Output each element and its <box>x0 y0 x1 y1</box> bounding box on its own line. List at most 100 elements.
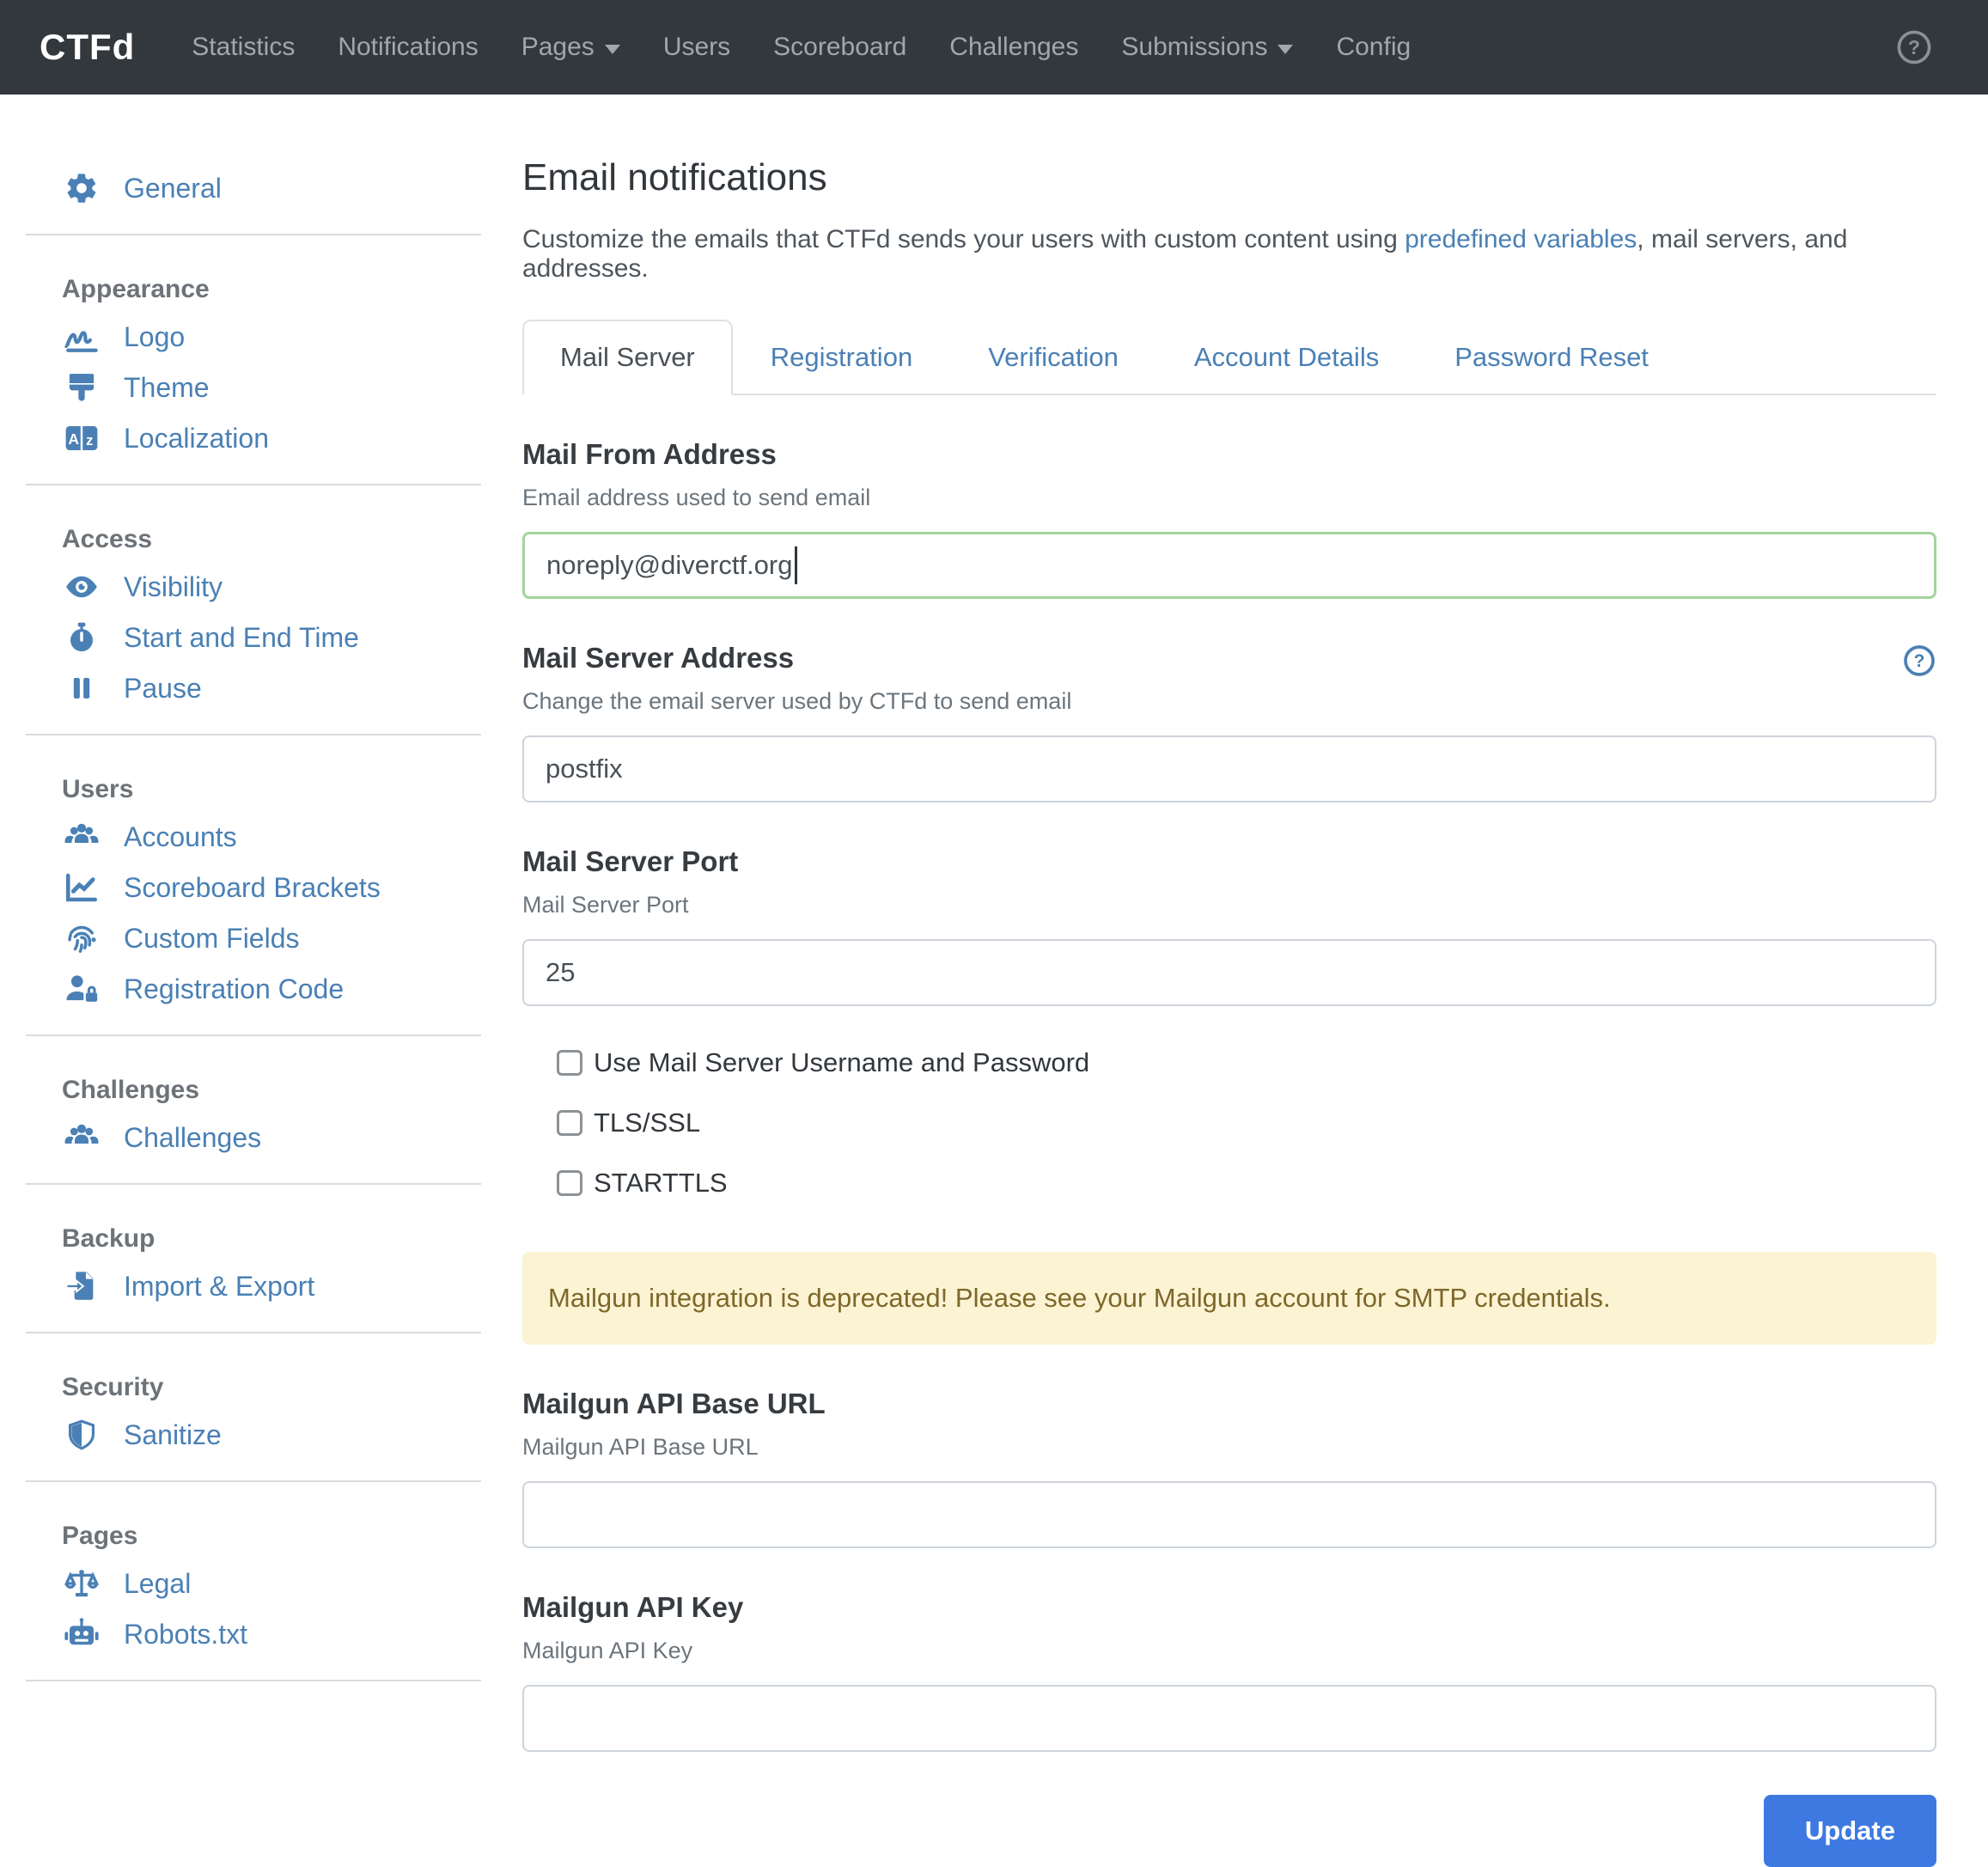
checkbox-icon[interactable] <box>557 1170 582 1196</box>
sidebar-header-users: Users <box>26 775 481 804</box>
stopwatch-icon <box>64 619 100 656</box>
field-help-text: Mailgun API Base URL <box>522 1434 1936 1461</box>
text-cursor <box>795 546 797 584</box>
user-lock-icon <box>64 971 100 1007</box>
checkbox-icon[interactable] <box>557 1050 582 1076</box>
ctfd-brand[interactable]: CTFd <box>40 27 135 68</box>
sidebar-item-general[interactable]: General <box>26 170 481 206</box>
nav-item-scoreboard[interactable]: Scoreboard <box>773 33 906 62</box>
page-title: Email notifications <box>522 156 1936 199</box>
sidebar-item-custom-fields[interactable]: Custom Fields <box>26 920 481 956</box>
checkbox-row-username-password[interactable]: Use Mail Server Username and Password <box>557 1047 1936 1078</box>
fingerprint-icon <box>64 920 100 956</box>
page-subtitle: Customize the emails that CTFd sends you… <box>522 225 1936 284</box>
field-help-text: Mailgun API Key <box>522 1638 1936 1664</box>
sidebar-item-import-export[interactable]: Import & Export <box>26 1268 481 1304</box>
eye-icon <box>64 569 100 605</box>
mailgun-deprecated-alert: Mailgun integration is deprecated! Pleas… <box>522 1252 1936 1345</box>
field-mail-from-address: Mail From Address Email address used to … <box>522 438 1936 599</box>
help-question-circle-icon[interactable]: ? <box>1902 644 1936 678</box>
tab-account-details[interactable]: Account Details <box>1156 320 1417 395</box>
nav-item-users[interactable]: Users <box>663 33 730 62</box>
field-label: Mailgun API Key <box>522 1591 1936 1624</box>
robot-icon <box>64 1616 100 1652</box>
sidebar-item-theme[interactable]: Theme <box>26 369 481 406</box>
sidebar-divider <box>26 1332 481 1333</box>
main-content: Email notifications Customize the emails… <box>494 95 1988 1867</box>
sidebar-divider <box>26 734 481 735</box>
field-mail-server-address: Mail Server Address ? Change the email s… <box>522 642 1936 802</box>
svg-text:A: A <box>68 430 79 448</box>
sidebar-item-pause[interactable]: Pause <box>26 670 481 706</box>
sidebar-header-access: Access <box>26 525 481 554</box>
sidebar-item-start-end-time[interactable]: Start and End Time <box>26 619 481 656</box>
sidebar-divider <box>26 1034 481 1036</box>
sidebar-item-registration-code[interactable]: Registration Code <box>26 971 481 1007</box>
checkbox-icon[interactable] <box>557 1110 582 1136</box>
field-label: Mailgun API Base URL <box>522 1388 1936 1420</box>
sidebar-item-sanitize[interactable]: Sanitize <box>26 1417 481 1453</box>
mailgun-api-key-input[interactable] <box>522 1685 1936 1752</box>
field-help-text: Email address used to send email <box>522 485 1936 511</box>
field-label: Mail From Address <box>522 438 1936 471</box>
users-icon <box>64 1120 100 1156</box>
sidebar-divider <box>26 1680 481 1681</box>
checkbox-row-starttls[interactable]: STARTTLS <box>557 1168 1936 1199</box>
sidebar-divider <box>26 1480 481 1482</box>
sidebar-item-accounts[interactable]: Accounts <box>26 819 481 855</box>
sidebar-header-appearance: Appearance <box>26 275 481 304</box>
sidebar-item-localization[interactable]: Az Localization <box>26 420 481 456</box>
sidebar-header-backup: Backup <box>26 1224 481 1254</box>
signature-icon <box>64 319 100 355</box>
mail-server-port-input[interactable] <box>522 939 1936 1006</box>
help-question-circle-icon[interactable]: ? <box>1895 28 1933 66</box>
update-button[interactable]: Update <box>1764 1795 1936 1867</box>
pause-icon <box>64 670 100 706</box>
sidebar-divider <box>26 234 481 235</box>
settings-sidebar: General Appearance Logo Theme Az Localiz… <box>0 95 494 1709</box>
sidebar-header-security: Security <box>26 1373 481 1402</box>
sidebar-item-legal[interactable]: Legal <box>26 1565 481 1602</box>
mail-server-address-input[interactable] <box>522 735 1936 802</box>
mailgun-api-base-url-input[interactable] <box>522 1481 1936 1548</box>
svg-text:z: z <box>86 432 93 448</box>
balance-scale-icon <box>64 1565 100 1602</box>
chevron-down-icon <box>1278 45 1293 54</box>
sidebar-item-logo[interactable]: Logo <box>26 319 481 355</box>
sidebar-header-challenges: Challenges <box>26 1076 481 1105</box>
field-label: Mail Server Port <box>522 845 1936 878</box>
nav-item-pages[interactable]: Pages <box>521 33 620 62</box>
svg-text:?: ? <box>1908 36 1920 58</box>
field-help-text: Mail Server Port <box>522 892 1936 918</box>
predefined-variables-link[interactable]: predefined variables <box>1405 225 1637 253</box>
tab-verification[interactable]: Verification <box>950 320 1156 395</box>
sidebar-item-scoreboard-brackets[interactable]: Scoreboard Brackets <box>26 869 481 906</box>
paint-brush-icon <box>64 369 100 406</box>
nav-item-challenges[interactable]: Challenges <box>949 33 1078 62</box>
file-export-icon <box>64 1268 100 1304</box>
nav-item-statistics[interactable]: Statistics <box>192 33 295 62</box>
tab-registration[interactable]: Registration <box>733 320 950 395</box>
gear-icon <box>64 170 100 206</box>
tab-mail-server[interactable]: Mail Server <box>522 320 733 395</box>
sidebar-item-challenges[interactable]: Challenges <box>26 1120 481 1156</box>
field-mailgun-api-base-url: Mailgun API Base URL Mailgun API Base UR… <box>522 1388 1936 1548</box>
mail-from-address-input[interactable]: noreply@diverctf.org <box>522 532 1936 599</box>
users-icon <box>64 819 100 855</box>
nav-item-config[interactable]: Config <box>1336 33 1411 62</box>
chevron-down-icon <box>605 45 620 54</box>
checkbox-row-tls-ssl[interactable]: TLS/SSL <box>557 1107 1936 1138</box>
field-label: Mail Server Address <box>522 642 794 674</box>
field-mail-server-port: Mail Server Port Mail Server Port <box>522 845 1936 1006</box>
sidebar-item-robots-txt[interactable]: Robots.txt <box>26 1616 481 1652</box>
sidebar-divider <box>26 1183 481 1185</box>
top-navbar: CTFd Statistics Notifications Pages User… <box>0 0 1988 95</box>
chart-line-icon <box>64 869 100 906</box>
sidebar-divider <box>26 484 481 485</box>
sidebar-item-visibility[interactable]: Visibility <box>26 569 481 605</box>
nav-item-submissions[interactable]: Submissions <box>1121 33 1293 62</box>
nav-item-notifications[interactable]: Notifications <box>338 33 478 62</box>
tab-password-reset[interactable]: Password Reset <box>1417 320 1686 395</box>
language-icon: Az <box>64 420 100 456</box>
field-help-text: Change the email server used by CTFd to … <box>522 688 1936 715</box>
